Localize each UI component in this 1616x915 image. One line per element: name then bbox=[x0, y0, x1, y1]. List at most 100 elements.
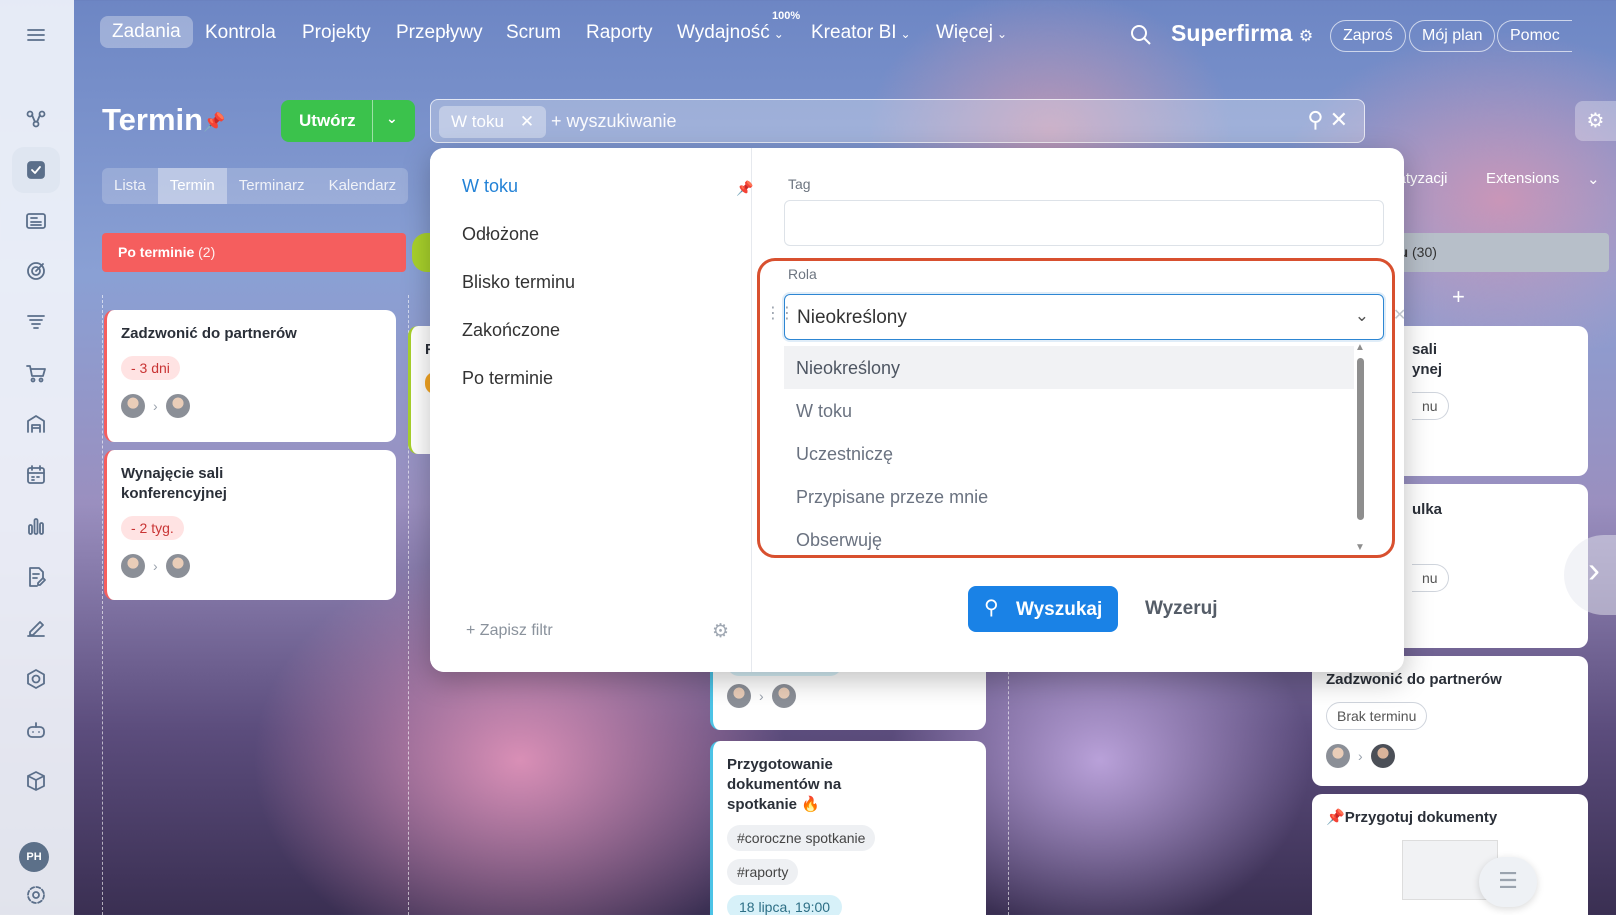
avatar bbox=[165, 554, 190, 578]
task-title-line: ynej bbox=[1412, 361, 1443, 378]
box-icon[interactable] bbox=[12, 758, 60, 804]
tag-field[interactable] bbox=[784, 200, 1384, 246]
date-row: 18 lipca, 19:00 bbox=[727, 895, 972, 915]
list-icon[interactable]: ☰ bbox=[1479, 857, 1537, 907]
search-bar[interactable]: W toku ✕ + wyszukiwanie ⚲ ✕ bbox=[430, 99, 1365, 143]
target-icon[interactable] bbox=[12, 248, 60, 294]
tab-planner[interactable]: Terminarz bbox=[227, 168, 317, 204]
sign-icon[interactable] bbox=[12, 605, 60, 651]
nav-tasks[interactable]: Zadania bbox=[100, 16, 193, 48]
nav-workflows[interactable]: Przepływy bbox=[396, 22, 483, 44]
search-placeholder[interactable]: + wyszukiwanie bbox=[551, 111, 677, 132]
extensions-tab[interactable]: Extensions bbox=[1486, 170, 1559, 187]
deadline-badge: - 3 dni bbox=[121, 356, 180, 380]
assignees: › bbox=[121, 554, 382, 578]
chevron-down-icon[interactable]: ⌄ bbox=[1587, 170, 1600, 188]
task-title: Zadzwonić do partnerów bbox=[121, 325, 297, 342]
user-avatar[interactable]: PH bbox=[19, 842, 49, 872]
reset-button[interactable]: Wyzeruj bbox=[1145, 598, 1218, 620]
save-filter-button[interactable]: + Zapisz filtr bbox=[466, 622, 553, 640]
search-button[interactable]: ⚲ Wyszukaj bbox=[968, 586, 1118, 632]
chevron-right-icon: › bbox=[1358, 748, 1363, 764]
deadline-badge: - 2 tyg. bbox=[121, 516, 184, 540]
task-card[interactable]: 📌Przygotuj dokumenty bbox=[1312, 794, 1588, 915]
chevron-down-icon: ⌄ bbox=[900, 27, 911, 41]
tag-label: Tag bbox=[788, 176, 811, 192]
badge-row: Brak terminu bbox=[1326, 702, 1574, 730]
chevron-down-icon: ⌄ bbox=[773, 27, 784, 41]
close-icon[interactable]: ✕ bbox=[520, 112, 534, 131]
user-initials: PH bbox=[26, 851, 42, 863]
preset-postponed[interactable]: Odłożone bbox=[462, 224, 539, 245]
preset-in-progress[interactable]: W toku bbox=[462, 176, 518, 197]
task-tag[interactable]: #raporty bbox=[727, 859, 799, 885]
page-title: Termin bbox=[102, 102, 204, 137]
preset-near-deadline[interactable]: Blisko terminu bbox=[462, 272, 575, 293]
invite-button[interactable]: Zaproś bbox=[1330, 20, 1406, 52]
help-button[interactable]: Pomoc bbox=[1497, 20, 1572, 52]
tab-list[interactable]: Lista bbox=[102, 168, 158, 204]
analytics-icon[interactable] bbox=[12, 503, 60, 549]
task-card[interactable]: Zadzwonić do partnerów Brak terminu › bbox=[1312, 656, 1588, 786]
tab-deadline[interactable]: Termin bbox=[157, 168, 227, 204]
brand-name: Superfirma bbox=[1171, 20, 1293, 46]
settings-icon[interactable]: ⚙ bbox=[1575, 101, 1616, 141]
nav-scrum[interactable]: Scrum bbox=[506, 22, 561, 44]
calendar-icon[interactable] bbox=[12, 452, 60, 498]
chevron-right-icon: › bbox=[759, 688, 764, 704]
search-icon[interactable] bbox=[1130, 24, 1152, 46]
document-edit-icon[interactable] bbox=[12, 554, 60, 600]
filter-chip-label: W toku bbox=[451, 112, 504, 131]
column-header-no-deadline: nu (30) bbox=[1375, 233, 1609, 272]
preset-completed[interactable]: Zakończone bbox=[462, 320, 560, 341]
tab-calendar[interactable]: Kalendarz bbox=[317, 168, 409, 204]
gear-icon[interactable]: ⚙ bbox=[712, 620, 729, 643]
chevron-down-icon: ⌄ bbox=[997, 27, 1008, 41]
clear-icon[interactable]: ✕ bbox=[1330, 107, 1348, 132]
filter-chip[interactable]: W toku ✕ bbox=[439, 106, 547, 138]
task-card[interactable]: Wynajęcie sali konferencyjnej - 2 tyg. › bbox=[104, 450, 396, 600]
robot-icon[interactable] bbox=[12, 707, 60, 753]
settings-icon[interactable] bbox=[12, 872, 60, 915]
create-button[interactable]: Utwórz ⌄ bbox=[281, 100, 415, 142]
nav-control[interactable]: Kontrola bbox=[205, 22, 276, 44]
flow-icon[interactable] bbox=[12, 95, 60, 141]
nav-bi-label: Kreator BI bbox=[811, 22, 897, 43]
nav-more[interactable]: Więcej ⌄ bbox=[936, 22, 1007, 44]
chevron-right-icon: › bbox=[153, 398, 158, 414]
sliders-icon: ⚙ bbox=[1298, 28, 1314, 45]
task-title: Przygotowanie dokumentów na spotkanie 🔥 bbox=[727, 755, 877, 815]
filter-stack-icon[interactable] bbox=[12, 299, 60, 345]
avatar bbox=[121, 554, 145, 578]
task-card[interactable]: Zadzwonić do partnerów - 3 dni › bbox=[104, 310, 396, 442]
preset-overdue[interactable]: Po terminie bbox=[462, 368, 553, 389]
news-icon[interactable] bbox=[12, 198, 60, 244]
assignees: › bbox=[1326, 744, 1574, 768]
nav-more-label: Więcej bbox=[936, 22, 994, 43]
chevron-right-icon: › bbox=[153, 558, 158, 574]
add-task-icon[interactable]: + bbox=[1452, 284, 1465, 310]
nav-projects[interactable]: Projekty bbox=[302, 22, 371, 44]
highlight-box bbox=[757, 258, 1395, 558]
hexagon-icon[interactable] bbox=[12, 656, 60, 702]
task-card[interactable]: Przygotowanie dokumentów na spotkanie 🔥 … bbox=[710, 741, 986, 915]
create-button-divider bbox=[372, 100, 373, 142]
company-brand[interactable]: Superfirma ⚙ bbox=[1171, 20, 1313, 47]
cart-icon[interactable] bbox=[12, 350, 60, 396]
pin-icon[interactable]: 📌 bbox=[736, 180, 753, 197]
nav-bi-builder[interactable]: Kreator BI ⌄ bbox=[811, 22, 911, 44]
column-count: (2) bbox=[198, 244, 216, 260]
tasks-icon[interactable] bbox=[12, 147, 60, 193]
nav-reports[interactable]: Raporty bbox=[586, 22, 653, 44]
filter-popup: W toku Odłożone Blisko terminu Zakończon… bbox=[430, 148, 1404, 672]
warehouse-icon[interactable] bbox=[12, 401, 60, 447]
my-plan-button[interactable]: Mój plan bbox=[1409, 20, 1496, 52]
pin-icon[interactable]: 📌 bbox=[203, 112, 225, 133]
task-tag[interactable]: #coroczne spotkanie bbox=[727, 825, 876, 851]
avatar bbox=[1370, 744, 1395, 768]
search-actions: ⚲ ✕ bbox=[1307, 107, 1348, 133]
menu-icon[interactable] bbox=[12, 12, 60, 58]
nav-efficiency[interactable]: Wydajność ⌄ bbox=[677, 22, 784, 44]
search-icon[interactable]: ⚲ bbox=[1307, 107, 1323, 132]
chevron-down-icon[interactable]: ⌄ bbox=[386, 110, 398, 127]
